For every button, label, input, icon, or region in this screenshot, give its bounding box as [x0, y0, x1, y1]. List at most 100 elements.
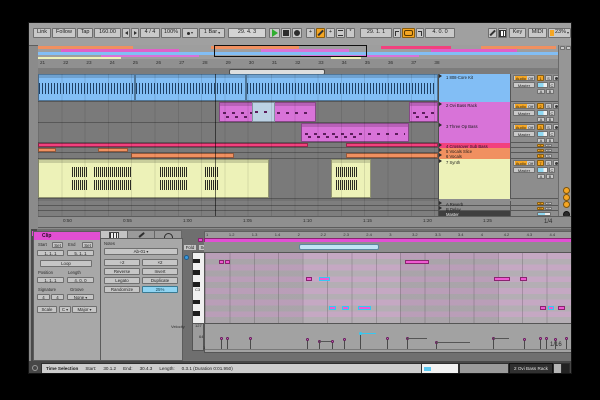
- capture-midi-button[interactable]: *: [346, 28, 355, 38]
- info-toggle-icon[interactable]: [32, 365, 38, 371]
- midi-map-button[interactable]: MIDI: [528, 28, 547, 38]
- track-activator[interactable]: 6: [537, 154, 544, 158]
- send-a-knob[interactable]: A: [537, 138, 545, 143]
- set-start-button[interactable]: Set: [52, 242, 63, 248]
- metronome-button[interactable]: ▾: [182, 28, 198, 38]
- play-button[interactable]: [269, 28, 280, 38]
- black-key[interactable]: [193, 300, 200, 305]
- track-activator[interactable]: 5: [537, 149, 544, 152]
- arrangement-clip[interactable]: [346, 153, 438, 158]
- solo-button[interactable]: S: [545, 124, 552, 130]
- arrangement-clip[interactable]: [135, 74, 246, 101]
- track-activator[interactable]: B: [537, 207, 544, 210]
- velocity-stem[interactable]: [221, 338, 222, 349]
- velocity-stem[interactable]: [493, 338, 494, 349]
- track-fold-icon[interactable]: [439, 143, 442, 147]
- midi-note[interactable]: [342, 306, 349, 310]
- velocity-marker[interactable]: [565, 337, 568, 340]
- follow-button[interactable]: Follow: [52, 28, 76, 38]
- track-fold-icon[interactable]: [439, 148, 442, 152]
- midi-note[interactable]: [219, 260, 224, 264]
- set-end-button[interactable]: Set: [82, 242, 93, 248]
- key-map-button[interactable]: Key: [509, 28, 526, 38]
- midi-note[interactable]: [540, 306, 546, 310]
- velocity-stem[interactable]: [540, 338, 541, 349]
- arrangement-clip[interactable]: [331, 159, 371, 198]
- track-activator[interactable]: 2: [537, 103, 544, 109]
- volume-slider[interactable]: [537, 167, 548, 173]
- output-routing-menu[interactable]: Master: [513, 131, 535, 137]
- note-grid[interactable]: [204, 252, 571, 324]
- track-activator[interactable]: 3: [537, 124, 544, 130]
- track-lane[interactable]: [38, 102, 438, 123]
- master-volume-slider[interactable]: [537, 212, 551, 216]
- invert-button[interactable]: Invert: [142, 268, 178, 275]
- midi-note[interactable]: [558, 306, 565, 310]
- velocity-marker[interactable]: [539, 337, 542, 340]
- send-b-knob[interactable]: B: [546, 89, 554, 94]
- automation-arm-button[interactable]: [316, 28, 325, 38]
- solo-button[interactable]: S: [545, 202, 552, 205]
- midi-note[interactable]: [225, 260, 230, 264]
- track-fold-icon[interactable]: [439, 206, 442, 210]
- velocity-stem[interactable]: [387, 338, 388, 349]
- re-enable-automation-button[interactable]: +: [326, 28, 335, 38]
- record-button[interactable]: [292, 28, 302, 38]
- velocity-stem[interactable]: [344, 340, 345, 349]
- randomize-amount-slider[interactable]: 25%: [142, 286, 178, 293]
- track-name[interactable]: 1 808-Core Kit: [439, 74, 511, 102]
- duplicate-button[interactable]: Duplicate: [142, 277, 178, 284]
- track-fold-icon[interactable]: [439, 201, 442, 205]
- track-fold-icon[interactable]: [439, 153, 442, 157]
- pan-knob[interactable]: C: [549, 82, 555, 88]
- cue-level-icon[interactable]: [563, 201, 570, 208]
- velocity-marker[interactable]: [226, 337, 229, 340]
- device-toggle-button[interactable]: [561, 363, 570, 374]
- groove-amount-field[interactable]: 100%: [161, 28, 181, 38]
- velocity-marker[interactable]: [343, 338, 346, 341]
- black-key[interactable]: [193, 259, 200, 264]
- track-lane[interactable]: [38, 159, 438, 199]
- arrangement-clip[interactable]: [38, 74, 135, 101]
- track-activator[interactable]: 7: [537, 160, 544, 166]
- selection-brace[interactable]: [299, 244, 379, 250]
- double-time-button[interactable]: ×2: [142, 259, 178, 266]
- track-name[interactable]: 3 Three Op Bass: [439, 123, 511, 143]
- clip-start-field[interactable]: 1. 1. 1: [37, 250, 64, 256]
- scale-name-menu[interactable]: Major▾: [72, 306, 97, 313]
- track-fold-icon[interactable]: [439, 74, 442, 78]
- overview-zoom-button[interactable]: [566, 46, 571, 50]
- arrangement-overview[interactable]: [38, 45, 558, 60]
- velocity-stem[interactable]: [566, 338, 567, 349]
- overdub-button[interactable]: +: [306, 28, 315, 38]
- solo-button[interactable]: S: [545, 144, 552, 147]
- tempo-field[interactable]: 160.00: [94, 28, 121, 38]
- loop-button[interactable]: [402, 28, 415, 38]
- arrangement-position-field[interactable]: 29. 4. 3: [228, 28, 266, 38]
- velocity-stem[interactable]: [555, 340, 556, 349]
- nudge-up-button[interactable]: [131, 28, 139, 38]
- draw-mode-button[interactable]: [488, 28, 497, 38]
- overview-viewport[interactable]: [214, 45, 367, 57]
- black-key[interactable]: [193, 270, 200, 275]
- overview-zoom-button[interactable]: [560, 46, 565, 50]
- quantization-menu[interactable]: 1 Bar▾: [199, 28, 225, 38]
- loop-start-field[interactable]: 29. 1. 1: [360, 28, 392, 38]
- volume-slider[interactable]: [537, 131, 548, 137]
- velocity-marker[interactable]: [386, 337, 389, 340]
- midi-note[interactable]: [358, 306, 371, 310]
- arrangement-clip[interactable]: [38, 148, 56, 152]
- track-name[interactable]: 2 Ovi Bass Rack: [439, 102, 511, 123]
- stop-button[interactable]: [281, 28, 291, 38]
- output-routing-menu[interactable]: Master: [513, 110, 535, 116]
- io-routing-menu[interactable]: AudioOff: [513, 103, 535, 109]
- computer-midi-keyboard-button[interactable]: [498, 28, 507, 38]
- track-lane[interactable]: [38, 123, 438, 143]
- solo-button[interactable]: S: [545, 154, 552, 158]
- arrangement-clip[interactable]: [301, 123, 409, 142]
- velocity-lane[interactable]: 1/16: [204, 323, 571, 353]
- arrangement-track-area[interactable]: [38, 74, 438, 216]
- loop-position-field[interactable]: 1. 1. 1: [37, 277, 64, 283]
- pan-knob[interactable]: C: [549, 110, 555, 116]
- midi-note[interactable]: [405, 260, 429, 264]
